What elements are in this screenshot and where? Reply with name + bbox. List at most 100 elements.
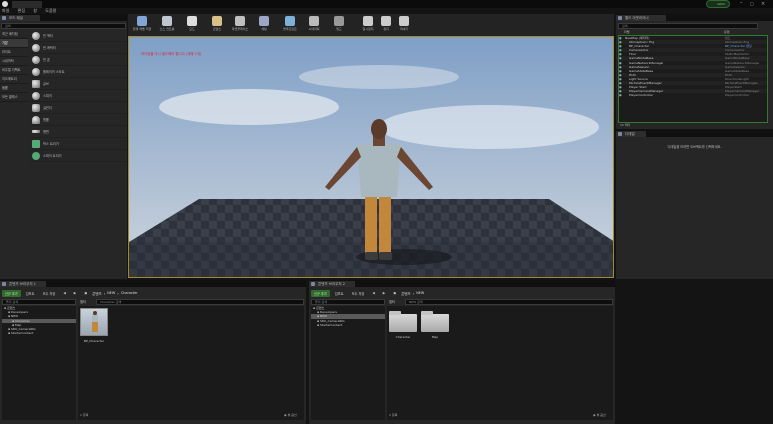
menu-help[interactable]: 도움말 [45,8,56,13]
toolbar-button-2[interactable]: 모드 [180,15,204,37]
cb2-folder-search[interactable]: 폴더 검색 [311,299,385,305]
modes-tab-icon [2,16,6,20]
menu-file[interactable]: 파일 [2,8,9,13]
toolbar-button-5[interactable]: 세팅 [252,15,276,37]
outliner-list: ● NewMap (에디터) 월드 ● Atmospheric Fog Atmospher… [618,35,768,123]
tree-item-label: StarterContent [320,322,343,327]
tab-cb1[interactable]: 콘텐츠 브라우저 1 [0,281,46,287]
chevron-right-icon: › [103,290,106,296]
tab-details[interactable]: 디테일 [616,131,646,137]
modes-search-input[interactable]: 검색 [1,23,126,29]
cb1-filter-button[interactable]: 필터 [80,299,86,304]
maximize-button[interactable]: □ [750,1,758,7]
outliner-search-input[interactable]: 검색 [618,23,758,29]
outliner-tab-icon [618,16,622,20]
category-cinematic[interactable]: 시네마틱 [0,57,28,66]
cb1-path-2[interactable]: Character [121,291,138,295]
toolbar-button-label: 마켓플레이스 [231,27,249,31]
outliner-row-type: PlayerController [725,93,750,98]
category-geometry[interactable]: 지오메트리 [0,75,28,84]
build-icon [334,16,344,26]
cb2-path-1[interactable]: NEW [416,291,424,295]
sphere-icon [32,91,40,100]
category-visual-effects[interactable]: 비주얼 이펙트 [0,66,28,75]
toolbar-button-1[interactable]: 소스 컨트롤 [155,15,179,37]
category-all-classes[interactable]: 모든 클래스 [0,93,28,102]
toolbar-button-8[interactable]: 빌드 [327,15,351,37]
details-empty-text: 디테일을 보려면 오브젝트를 선택하세요. [667,145,722,149]
cb1-path-0[interactable]: 콘텐츠 [92,291,101,296]
category-recent[interactable]: 최근 배치됨 [0,30,28,39]
cb1-path-1[interactable]: NEW [107,291,115,295]
level-tab[interactable] [12,1,42,8]
toolbar-button-0[interactable]: 현재 레벨 저장 [130,15,154,37]
category-volumes[interactable]: 볼륨 [0,84,28,93]
cb2-back-icon[interactable]: ◀ [369,290,377,296]
modes-panel: 모드 패널 검색 최근 배치됨 기본 라이트 시네마틱 비주얼 이펙트 지오메트… [0,14,127,279]
cb1-back-icon[interactable]: ◀ [60,290,68,296]
place-empty-character[interactable]: 빈 캐릭터 [30,42,126,54]
toolbar-button-label: 블루프린트 [283,27,297,31]
cb1-forward-icon[interactable]: ▶ [71,290,79,296]
cb1-tab-icon [2,282,6,286]
tab-outliner[interactable]: 월드 아웃라이너 [616,15,666,21]
tab-modes[interactable]: 모드 패널 [0,15,40,21]
toolbar-button-7[interactable]: 시네마틱 [302,15,326,37]
cb2-filter-button[interactable]: 필터 [389,299,395,304]
menu-edit[interactable]: 편집 [18,8,25,13]
viewport-scene [129,37,613,277]
cb1-view-options[interactable]: ◉ 뷰 옵션 [284,413,297,417]
folder-map[interactable]: Map [421,311,449,339]
blueprint-icon [285,16,295,26]
place-empty-actor[interactable]: 빈 액터 [30,30,126,42]
cb1-add-new-button[interactable]: 신규 추가 [2,289,21,297]
cb2-save-all-button[interactable]: 모두 저장 [349,290,368,297]
cb1-save-all-button[interactable]: 모두 저장 [40,290,59,297]
cb1-folder-tree: ▪ 콘텐츠 ▪ Developers ▪ NEW ▪ Character ▪ Map ▪ … [2,306,76,420]
tree-item[interactable]: ▪ StarterContent [2,331,76,335]
place-empty-pawn[interactable]: 빈 폰 [30,54,126,66]
toolbar-button-4[interactable]: 마켓플레이스 [228,15,252,37]
place-box-trigger[interactable]: 박스 트리거 [30,138,126,150]
cinematics-icon [309,16,319,26]
tab-cb2[interactable]: 콘텐츠 브라우저 2 [309,281,355,287]
category-basic[interactable]: 기본 [0,39,28,48]
outliner-count: 15 액터 [620,123,631,127]
category-lights[interactable]: 라이트 [0,48,28,57]
cb1-folder-search[interactable]: 폴더 검색 [2,299,76,305]
chevron-right-icon: › [412,290,415,296]
cb2-asset-search[interactable]: NEW 검색 [405,299,613,305]
place-sphere-trigger[interactable]: 스피어 트리거 [30,150,126,162]
menu-window[interactable]: 창 [33,8,37,13]
tree-item-label: StarterContent [11,331,34,336]
place-player-start[interactable]: 플레이어 스타트 [30,66,126,78]
place-cube[interactable]: 큐브 [30,78,126,90]
close-button[interactable]: × [761,1,769,7]
cb2-path-0[interactable]: 콘텐츠 [401,291,410,296]
cb1-folder-icon[interactable]: ▣ [81,290,90,296]
folder-character[interactable]: Character [389,311,417,339]
place-cone[interactable]: 원뿔 [30,114,126,126]
level-viewport[interactable]: 라이팅을 다시 빌드해야 합니다 (개체 1개) [128,36,614,278]
minimize-button[interactable]: – [740,1,748,7]
cb1-asset-search[interactable]: Character 검색 [96,299,304,305]
cb2-import-button[interactable]: 임포트 [332,290,347,297]
cb2-folder-icon[interactable]: ▣ [390,290,399,296]
place-cylinder[interactable]: 실린더 [30,102,126,114]
place-plane[interactable]: 평면 [30,126,126,138]
toolbar-button-3[interactable]: 콘텐츠 [205,15,229,37]
save-icon [137,16,147,26]
outliner-row[interactable]: ● PlayerController PlayerController [619,93,767,97]
place-sphere[interactable]: 스피어 [30,90,126,102]
tree-item[interactable]: ▪ StarterContent [311,323,385,327]
cb2-add-new-button[interactable]: 신규 추가 [311,289,330,297]
cb2-view-options[interactable]: ◉ 뷰 옵션 [593,413,606,417]
user-badge-label: rwhd [717,2,725,6]
user-badge[interactable]: rwhd [706,0,730,8]
cb1-import-button[interactable]: 임포트 [23,290,38,297]
toolbar-button-6[interactable]: 블루프린트 [278,15,302,37]
toolbar-button-label: 빌드 [336,27,342,31]
cb2-forward-icon[interactable]: ▶ [380,290,388,296]
asset-bp-character[interactable]: BP_Character [80,308,108,343]
toolbar-button-11[interactable]: 꺼내기 [392,15,416,37]
